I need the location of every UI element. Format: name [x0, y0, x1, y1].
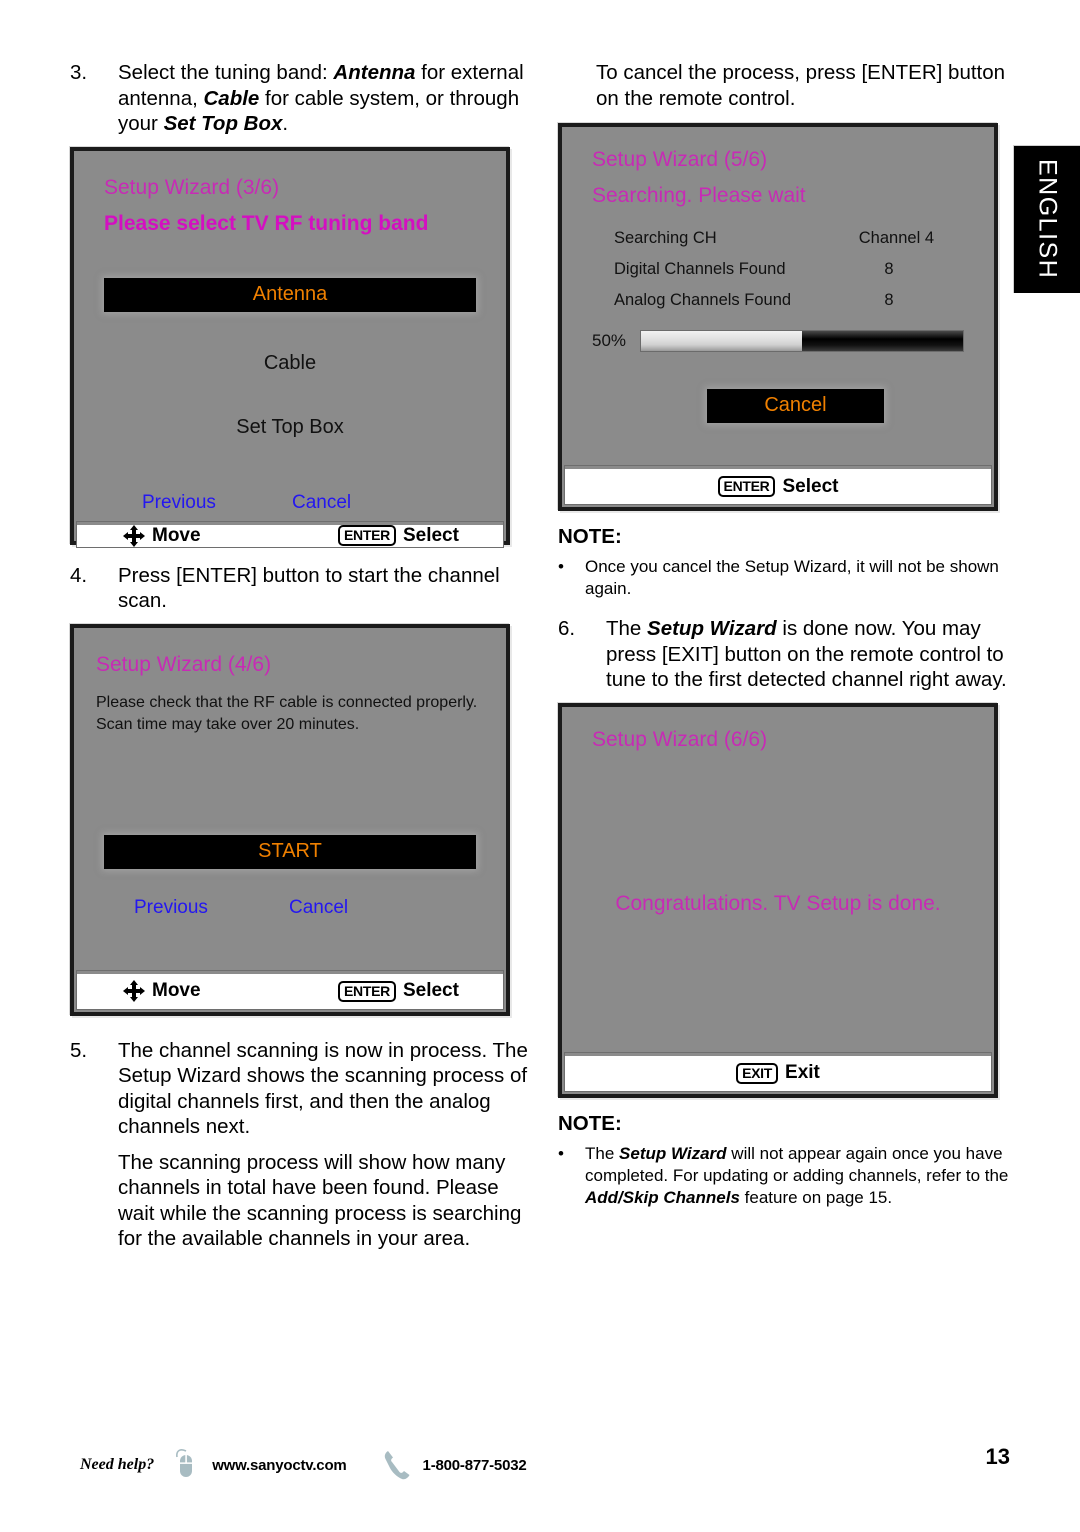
step-6-number: 6. — [558, 617, 576, 640]
cancel-button[interactable]: Cancel — [707, 389, 884, 423]
start-button[interactable]: START — [104, 834, 476, 869]
table-row: Digital Channels Found 8 — [592, 254, 964, 285]
note-2-bullet: • — [558, 1143, 564, 1163]
step-3-text: Select the tuning band: Antenna for exte… — [118, 61, 524, 135]
dpad-icon — [123, 524, 145, 547]
tv-3-6-title: Setup Wizard (3/6) — [104, 175, 280, 199]
table-row: Searching CH Channel 4 — [592, 223, 964, 254]
scan-row-label-2: Analog Channels Found — [614, 291, 792, 309]
guide-move-label-2: Move — [152, 980, 201, 1001]
tv-3-6-body: Setup Wizard (3/6) Please select TV RF t… — [74, 151, 506, 522]
tv-screen-6-6: Setup Wizard (6/6) Congratulations. TV S… — [558, 702, 998, 1098]
table-row: Analog Channels Found 8 — [592, 285, 964, 316]
tv-5-6-guide-bar: ENTER Select — [564, 465, 992, 505]
tv-4-6-links: Previous Cancel — [96, 897, 484, 919]
tv-6-6-message: Congratulations. TV Setup is done. — [615, 891, 941, 915]
exit-key-icon: EXIT — [736, 1062, 779, 1084]
scan-row-label-0: Searching CH — [614, 229, 717, 247]
scan-row-value-2: 8 — [884, 291, 894, 309]
tv-4-6-guide-bar: Move ENTER Select — [76, 969, 504, 1010]
tv-screen-4-6: Setup Wizard (4/6) Please check that the… — [70, 623, 510, 1016]
link-previous[interactable]: Previous — [142, 492, 292, 514]
enter-key-icon: ENTER — [338, 525, 396, 546]
progress-label: 50% — [592, 331, 627, 350]
phone-text: 1-800-877-5032 — [422, 1456, 527, 1474]
option-antenna[interactable]: Antenna — [104, 277, 476, 312]
tv-3-6-guide-bar: Move ENTER Select — [76, 520, 504, 548]
note-1: • Once you cancel the Setup Wizard, it w… — [558, 556, 1028, 600]
step-6-text: The Setup Wizard is done now. You may pr… — [606, 617, 1007, 691]
tv-5-6-subtitle: Searching. Please wait — [592, 184, 806, 207]
mouse-icon — [168, 1448, 198, 1482]
note-1-text: Once you cancel the Setup Wizard, it wil… — [585, 557, 999, 598]
tv-6-6-body: Setup Wizard (6/6) Congratulations. TV S… — [562, 707, 994, 1053]
tv-4-6-title: Setup Wizard (4/6) — [96, 652, 272, 676]
step-5-text: The channel scanning is now in process. … — [118, 1038, 528, 1139]
guide-exit-label: Exit — [785, 1062, 820, 1083]
enter-key-icon-2: ENTER — [338, 980, 396, 1002]
step-6: 6. The Setup Wizard is done now. You may… — [558, 616, 1028, 693]
website-text: www.sanyoctv.com — [212, 1456, 347, 1474]
tv-screen-3-6: Setup Wizard (3/6) Please select TV RF t… — [70, 146, 510, 548]
step-4-number: 4. — [70, 563, 88, 587]
scan-row-value-1: 8 — [884, 260, 894, 278]
guide-enter-label: Select — [402, 524, 459, 546]
guide-enter-label-2: Select — [402, 980, 459, 1001]
option-cable[interactable]: Cable — [104, 352, 476, 375]
step-5: 5. The channel scanning is now in proces… — [70, 1038, 540, 1140]
step-3-number: 3. — [70, 61, 88, 84]
note-2-text: The Setup Wizard will not appear again o… — [585, 1143, 1009, 1207]
note-2-heading: NOTE: — [558, 1111, 622, 1135]
link-cancel[interactable]: Cancel — [292, 492, 351, 514]
tv-4-6-info-line2: Scan time may take over 20 minutes. — [96, 715, 360, 733]
tv-6-6-guide-bar: EXIT Exit — [564, 1051, 992, 1092]
guide-enter-label-3: Select — [782, 475, 839, 497]
step-5-number: 5. — [70, 1038, 88, 1062]
left-column: 3. Select the tuning band: Antenna for e… — [70, 60, 540, 1252]
progress-track — [640, 330, 964, 352]
tv-4-6-body: Setup Wizard (4/6) Please check that the… — [74, 628, 506, 971]
step-5-text-2: The scanning process will show how many … — [118, 1150, 522, 1251]
guide-enter: ENTER Select — [338, 525, 459, 547]
guide-move: Move — [123, 524, 338, 547]
note-1-bullet: • — [558, 557, 564, 576]
note-1-heading: NOTE: — [558, 525, 622, 548]
tv-screen-5-6: Setup Wizard (5/6) Searching. Please wai… — [558, 123, 998, 511]
scan-progress: 50% — [592, 330, 964, 352]
dpad-icon-2 — [123, 980, 145, 1002]
page-number: 13 — [985, 1444, 1010, 1469]
tv-5-6-title: Setup Wizard (5/6) — [592, 148, 768, 171]
phone-icon — [379, 1448, 410, 1482]
progress-fill — [641, 331, 802, 351]
option-set-top-box[interactable]: Set Top Box — [104, 416, 476, 439]
link-cancel-2[interactable]: Cancel — [289, 897, 348, 919]
step-4-text: Press [ENTER] button to start the channe… — [118, 563, 500, 613]
tv-4-6-info-line1: Please check that the RF cable is connec… — [96, 693, 478, 711]
step-4: 4. Press [ENTER] button to start the cha… — [70, 563, 540, 614]
note-2: • The Setup Wizard will not appear again… — [558, 1143, 1028, 1209]
tv-3-6-links: Previous Cancel — [104, 492, 476, 514]
guide-enter-2: ENTER Select — [338, 980, 459, 1002]
scan-status-table: Searching CH Channel 4 Digital Channels … — [592, 223, 964, 316]
tv-5-6-body: Setup Wizard (5/6) Searching. Please wai… — [562, 127, 994, 466]
manual-page: ENGLISH 3. Select the tuning band: Anten… — [0, 0, 1080, 1532]
tv-3-6-subtitle: Please select TV RF tuning band — [104, 211, 429, 235]
guide-move-2: Move — [123, 980, 338, 1002]
link-previous-2[interactable]: Previous — [134, 897, 289, 919]
guide-move-label: Move — [152, 524, 201, 546]
language-tab-label: ENGLISH — [1033, 159, 1062, 280]
scan-row-label-1: Digital Channels Found — [614, 260, 786, 278]
need-help-label: Need help? — [80, 1456, 155, 1473]
tv-6-6-title: Setup Wizard (6/6) — [592, 727, 768, 751]
page-footer: Need help? www.sanyoctv.com 1-800-877-50… — [80, 1444, 1010, 1482]
right-column: To cancel the process, press [ENTER] but… — [558, 60, 1028, 1209]
step-3: 3. Select the tuning band: Antenna for e… — [70, 60, 540, 137]
scan-row-value-0: Channel 4 — [858, 229, 934, 247]
guide-exit: EXIT Exit — [736, 1062, 820, 1084]
right-intro-text: To cancel the process, press [ENTER] but… — [596, 61, 1006, 110]
enter-key-icon-3: ENTER — [717, 476, 776, 497]
guide-enter-3: ENTER Select — [717, 475, 839, 498]
